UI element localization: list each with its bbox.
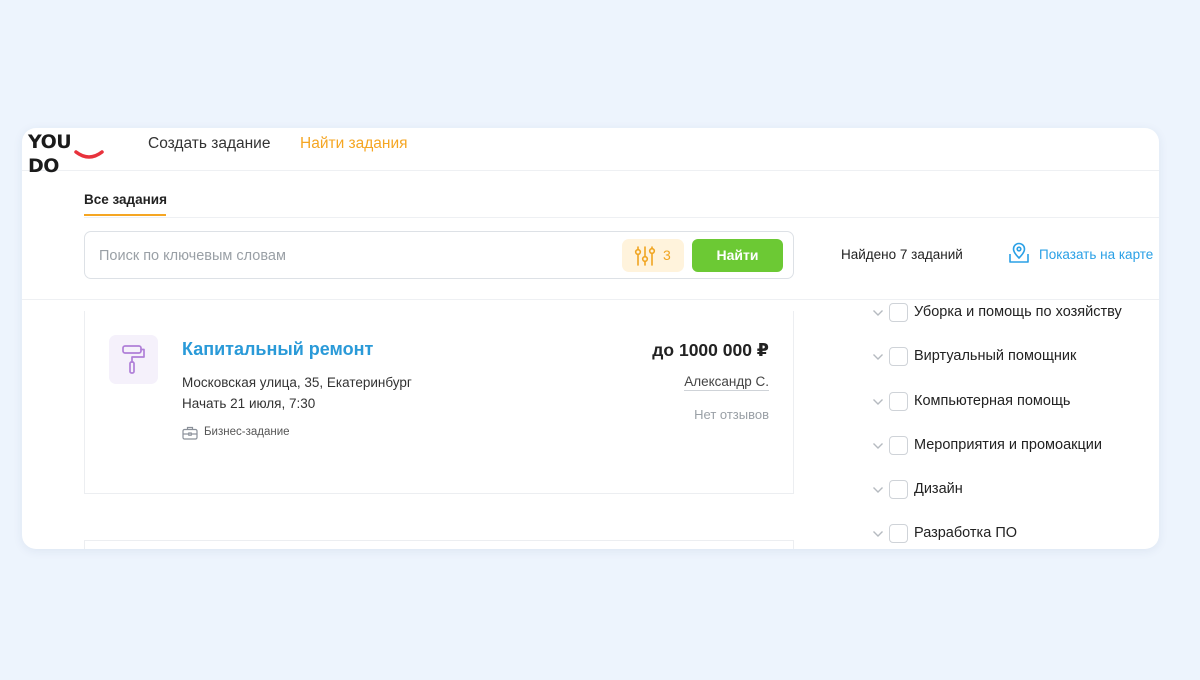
chevron-down-icon [873,399,883,405]
category-checkbox[interactable] [889,480,908,499]
category-label: Разработка ПО [914,525,1018,541]
nav-create-task[interactable]: Создать задание [148,134,270,154]
category-label: Компьютерная помощь [914,393,1071,409]
category-checkbox[interactable] [889,436,908,455]
chevron-down-icon [873,487,883,493]
app-window: YOU DO Создать задание Найти задания Все… [22,128,1159,549]
top-header: YOU DO Создать задание Найти задания [22,128,1159,177]
task-card[interactable]: Капитальный ремонт Московская улица, 35,… [84,311,794,494]
briefcase-icon [182,426,198,440]
task-reviews: Нет отзывов [694,407,769,422]
category-label: Уборка и помощь по хозяйству [914,304,1122,320]
tabs-divider [84,217,1159,218]
chevron-down-icon [873,443,883,449]
task-category-icon-box [109,335,158,384]
search-input[interactable] [99,244,599,268]
show-on-map-label: Показать на карте [1039,247,1154,262]
logo-smile-icon [74,150,104,159]
category-checkbox[interactable] [889,392,908,411]
chevron-down-icon [873,531,883,537]
nav-find-tasks[interactable]: Найти задания [300,134,408,154]
paint-roller-icon [122,345,145,374]
find-button[interactable]: Найти [692,239,783,272]
chevron-down-icon [873,310,883,316]
content-divider [22,299,1159,300]
category-checkbox[interactable] [889,347,908,366]
search-box: 3 Найти [84,231,794,279]
task-start-time: Начать 21 июля, 7:30 [182,396,316,411]
task-author-link[interactable]: Александр С. [684,374,769,391]
category-label: Виртуальный помощник [914,348,1077,364]
task-address: Московская улица, 35, Екатеринбург [182,375,412,390]
map-pin-icon [1009,242,1029,263]
found-count-text: Найдено 7 заданий [841,247,963,262]
next-task-card[interactable] [84,540,794,549]
task-price: до 1000 000 ₽ [652,340,769,360]
chevron-down-icon [873,354,883,360]
category-checkbox[interactable] [889,303,908,322]
filter-count: 3 [663,247,671,263]
category-checkbox[interactable] [889,524,908,543]
active-tab-indicator [84,214,166,216]
tab-all-tasks[interactable]: Все задания [84,192,167,213]
business-task-label: Бизнес-задание [204,426,290,438]
task-title[interactable]: Капитальный ремонт [182,339,373,360]
category-label: Мероприятия и промоакции [914,437,1102,453]
category-label: Дизайн [914,481,963,497]
filter-sliders-icon [634,246,656,266]
filter-button[interactable]: 3 [622,239,684,272]
youdo-logo[interactable]: YOU DO [28,130,108,177]
